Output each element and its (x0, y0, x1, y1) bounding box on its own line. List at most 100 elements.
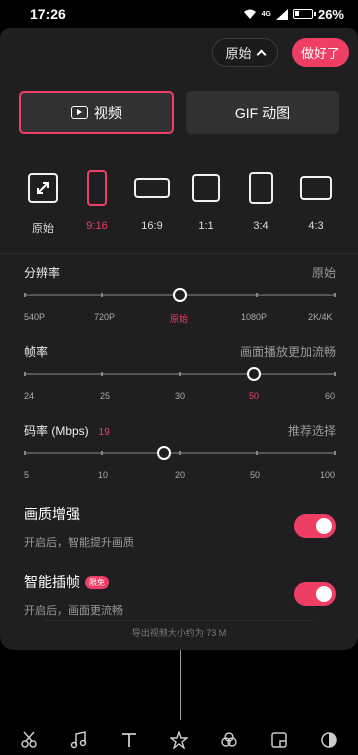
frame-interp-title: 智能插帧 限免 (24, 572, 336, 592)
music-icon[interactable] (64, 728, 94, 752)
resolution-header: 分辨率 原始 (24, 264, 336, 282)
wifi-icon (243, 9, 256, 19)
text-icon[interactable] (114, 728, 144, 752)
divider (0, 253, 358, 254)
tick-label: 25 (100, 391, 111, 401)
ratio-label: 4:3 (308, 220, 324, 232)
resolution-slider[interactable] (24, 288, 336, 302)
tick (101, 451, 103, 455)
landscape-frame-icon (134, 178, 170, 198)
tick (24, 293, 26, 297)
tick-label: 24 (24, 391, 35, 401)
panel-header: 原始 做好了 (0, 38, 358, 68)
frame-interp-label: 智能插帧 (24, 574, 80, 590)
framerate-setting: 帧率 画面播放更加流畅 24 25 30 50 60 (24, 343, 336, 401)
done-button[interactable]: 做好了 (292, 38, 349, 67)
bitrate-thumb[interactable] (157, 446, 172, 460)
tick (256, 293, 258, 297)
ratio-3-4[interactable]: 3:4 (236, 168, 286, 232)
play-icon (71, 106, 88, 119)
bitrate-slider[interactable] (24, 446, 336, 460)
landscape-frame-icon (300, 176, 332, 200)
sticker-icon[interactable] (264, 728, 294, 752)
ratio-9-16[interactable]: 9:16 (72, 168, 122, 232)
battery-icon (292, 9, 316, 19)
bitrate-current: 19 (98, 427, 110, 438)
tick (101, 293, 103, 297)
ratio-1-1[interactable]: 1:1 (181, 168, 231, 232)
tick-label: 30 (175, 391, 186, 401)
tick (334, 372, 336, 376)
portrait-frame-icon (87, 170, 107, 206)
tick-label: 720P (94, 312, 116, 322)
status-time: 17:26 (30, 6, 66, 22)
portrait-frame-icon (249, 172, 273, 204)
quality-enhance-subtitle: 开启后，智能提升画质 (24, 537, 134, 549)
signal-icon (275, 8, 288, 20)
quality-enhance-toggle[interactable] (294, 514, 336, 538)
tick-label: 60 (325, 391, 336, 401)
bitrate-setting: 码率 (Mbps) 19 推荐选择 5 10 20 50 100 (24, 422, 336, 480)
bitrate-value: 推荐选择 (287, 424, 336, 438)
battery-percent: 26% (317, 6, 344, 22)
preset-dropdown[interactable]: 原始 (212, 38, 278, 67)
effects-icon[interactable] (164, 728, 194, 752)
frame-interp-toggle[interactable] (294, 582, 336, 606)
export-settings-panel: 原始 做好了 视频 GIF 动图 原始 9:16 16:9 1:1 3:4 4:… (0, 28, 358, 650)
canvas-icon[interactable] (314, 728, 344, 752)
tick (334, 451, 336, 455)
tick-label: 20 (175, 470, 186, 480)
status-icons: 4G 26% (243, 7, 344, 22)
square-frame-icon (192, 174, 220, 202)
framerate-hint: 画面播放更加流畅 (239, 345, 336, 359)
tab-video[interactable]: 视频 (19, 91, 174, 134)
expand-icon (28, 173, 58, 203)
ratio-label: 3:4 (253, 220, 269, 232)
tick-label: 50 (250, 470, 261, 480)
ratio-label: 1:1 (198, 220, 214, 232)
tick (24, 372, 26, 376)
bitrate-header: 码率 (Mbps) 19 推荐选择 (24, 422, 336, 440)
frame-interp-subtitle: 开启后，画面更流畅 (24, 605, 123, 617)
framerate-title: 帧率 (24, 345, 49, 359)
tick (101, 372, 103, 376)
tick (179, 372, 181, 376)
tick-label: 2K/4K (308, 312, 333, 322)
ratio-original[interactable]: 原始 (18, 168, 68, 235)
tab-gif[interactable]: GIF 动图 (186, 91, 339, 134)
filter-icon[interactable] (214, 728, 244, 752)
chevron-up-icon (256, 49, 266, 60)
resolution-title: 分辨率 (24, 266, 61, 280)
timeline-playhead[interactable] (180, 650, 181, 720)
tick-label: 100 (320, 470, 336, 480)
tick (256, 451, 258, 455)
tick-label: 540P (24, 312, 46, 322)
free-badge: 限免 (85, 575, 109, 589)
framerate-thumb[interactable] (247, 367, 261, 381)
tab-gif-label: GIF 动图 (234, 104, 291, 121)
mode-tabs: 视频 GIF 动图 (19, 91, 339, 134)
resolution-value: 原始 (311, 266, 336, 280)
ratio-4-3[interactable]: 4:3 (291, 168, 341, 232)
tick-label: 10 (98, 470, 109, 480)
bitrate-title: 码率 (Mbps) (24, 424, 89, 438)
framerate-header: 帧率 画面播放更加流畅 (24, 343, 336, 361)
tick-label: 1080P (241, 312, 268, 322)
ratio-label: 原始 (32, 223, 54, 235)
ratio-label: 9:16 (86, 220, 108, 232)
network-label: 4G (261, 10, 271, 18)
tick-label: 原始 (170, 314, 189, 324)
bottom-toolbar (0, 724, 358, 755)
scissors-icon[interactable] (14, 728, 44, 752)
resolution-thumb[interactable] (173, 288, 187, 302)
frame-interp-row: 智能插帧 限免 开启后，画面更流畅 (24, 572, 336, 618)
tick-label: 50 (249, 391, 260, 401)
quality-enhance-row: 画质增强 开启后，智能提升画质 (24, 504, 336, 550)
framerate-slider[interactable] (24, 367, 336, 381)
ratio-16-9[interactable]: 16:9 (127, 168, 177, 232)
tick-label: 5 (24, 470, 30, 480)
tick (24, 451, 26, 455)
tick (179, 451, 181, 455)
ratio-label: 16:9 (141, 220, 163, 232)
divider (44, 620, 314, 621)
